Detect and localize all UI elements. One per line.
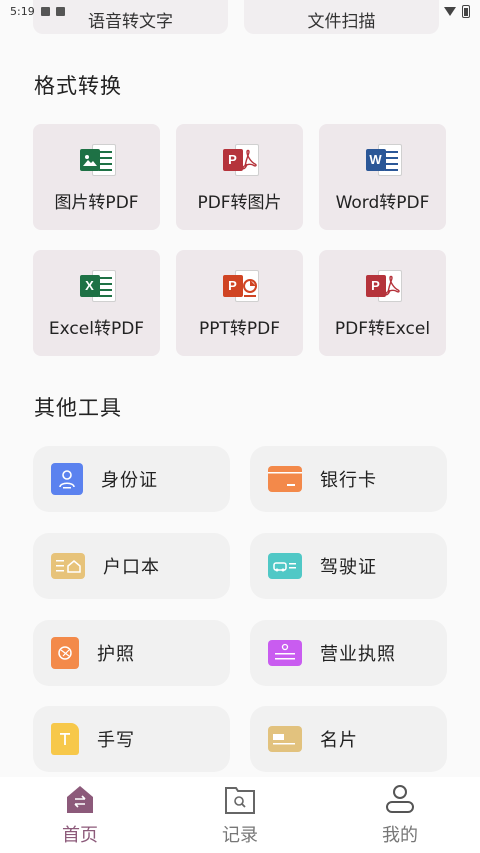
status-bar: 5:19 bbox=[0, 0, 480, 22]
pdf-to-excel-label: PDF转Excel bbox=[334, 318, 431, 339]
id-card-label: 身份证 bbox=[101, 470, 158, 491]
household-register-label: 户口本 bbox=[103, 557, 160, 578]
app-notification-icon bbox=[55, 6, 65, 16]
word-to-pdf-tile[interactable]: W Word转PDF bbox=[319, 124, 446, 230]
ppt-to-pdf-tile[interactable]: P PPT转PDF bbox=[176, 250, 303, 356]
ppt-icon: P bbox=[221, 268, 259, 304]
nav-mine[interactable]: 我的 bbox=[340, 783, 460, 847]
bank-card-tool[interactable]: 银行卡 bbox=[250, 446, 447, 512]
excel-icon: X bbox=[78, 268, 116, 304]
nav-mine-label: 我的 bbox=[382, 825, 418, 846]
passport-tool[interactable]: 护照 bbox=[33, 620, 230, 686]
status-time: 5:19 bbox=[10, 4, 35, 18]
driver-license-icon bbox=[268, 553, 302, 579]
business-card-label: 名片 bbox=[320, 730, 358, 751]
driver-license-tool[interactable]: 驾驶证 bbox=[250, 533, 447, 599]
id-card-icon bbox=[51, 463, 83, 495]
pdf-icon: P bbox=[364, 268, 402, 304]
nav-home[interactable]: 首页 bbox=[20, 783, 140, 847]
image-to-pdf-label: 图片转PDF bbox=[54, 192, 139, 213]
gallery-notification-icon bbox=[40, 6, 50, 16]
nav-records-label: 记录 bbox=[222, 825, 258, 846]
business-license-tool[interactable]: 营业执照 bbox=[250, 620, 447, 686]
business-license-icon bbox=[268, 640, 302, 666]
pdf-to-excel-tile[interactable]: P PDF转Excel bbox=[319, 250, 446, 356]
nav-home-label: 首页 bbox=[62, 825, 98, 846]
bank-card-icon bbox=[268, 466, 302, 492]
handwriting-tool[interactable]: 手写 bbox=[33, 706, 230, 772]
image-to-pdf-tile[interactable]: 图片转PDF bbox=[33, 124, 160, 230]
format-section-title: 格式转换 bbox=[34, 74, 122, 98]
business-card-icon bbox=[268, 726, 302, 752]
handwriting-label: 手写 bbox=[97, 730, 135, 751]
pdf-to-image-tile[interactable]: P PDF转图片 bbox=[176, 124, 303, 230]
pdf-icon: P bbox=[221, 142, 259, 178]
id-card-tool[interactable]: 身份证 bbox=[33, 446, 230, 512]
pdf-to-image-label: PDF转图片 bbox=[197, 192, 282, 213]
excel-to-pdf-tile[interactable]: X Excel转PDF bbox=[33, 250, 160, 356]
bottom-navigation: 首页 记录 我的 bbox=[0, 777, 480, 853]
word-to-pdf-label: Word转PDF bbox=[335, 192, 430, 213]
handwriting-icon bbox=[51, 723, 79, 755]
profile-icon bbox=[386, 785, 414, 813]
excel-image-icon bbox=[78, 142, 116, 178]
bank-card-label: 银行卡 bbox=[320, 470, 377, 491]
passport-label: 护照 bbox=[97, 644, 135, 665]
nav-records[interactable]: 记录 bbox=[180, 783, 300, 847]
household-register-icon bbox=[51, 553, 85, 579]
tools-section-title: 其他工具 bbox=[34, 396, 122, 420]
household-register-tool[interactable]: 户口本 bbox=[33, 533, 230, 599]
battery-icon bbox=[462, 4, 470, 18]
records-folder-icon bbox=[225, 787, 255, 814]
excel-to-pdf-label: Excel转PDF bbox=[48, 318, 145, 339]
business-license-label: 营业执照 bbox=[320, 644, 396, 665]
wifi-icon bbox=[444, 6, 456, 16]
passport-icon bbox=[51, 637, 79, 669]
business-card-tool[interactable]: 名片 bbox=[250, 706, 447, 772]
driver-license-label: 驾驶证 bbox=[320, 557, 377, 578]
ppt-to-pdf-label: PPT转PDF bbox=[198, 318, 280, 339]
word-icon: W bbox=[364, 142, 402, 178]
home-icon bbox=[67, 786, 93, 813]
